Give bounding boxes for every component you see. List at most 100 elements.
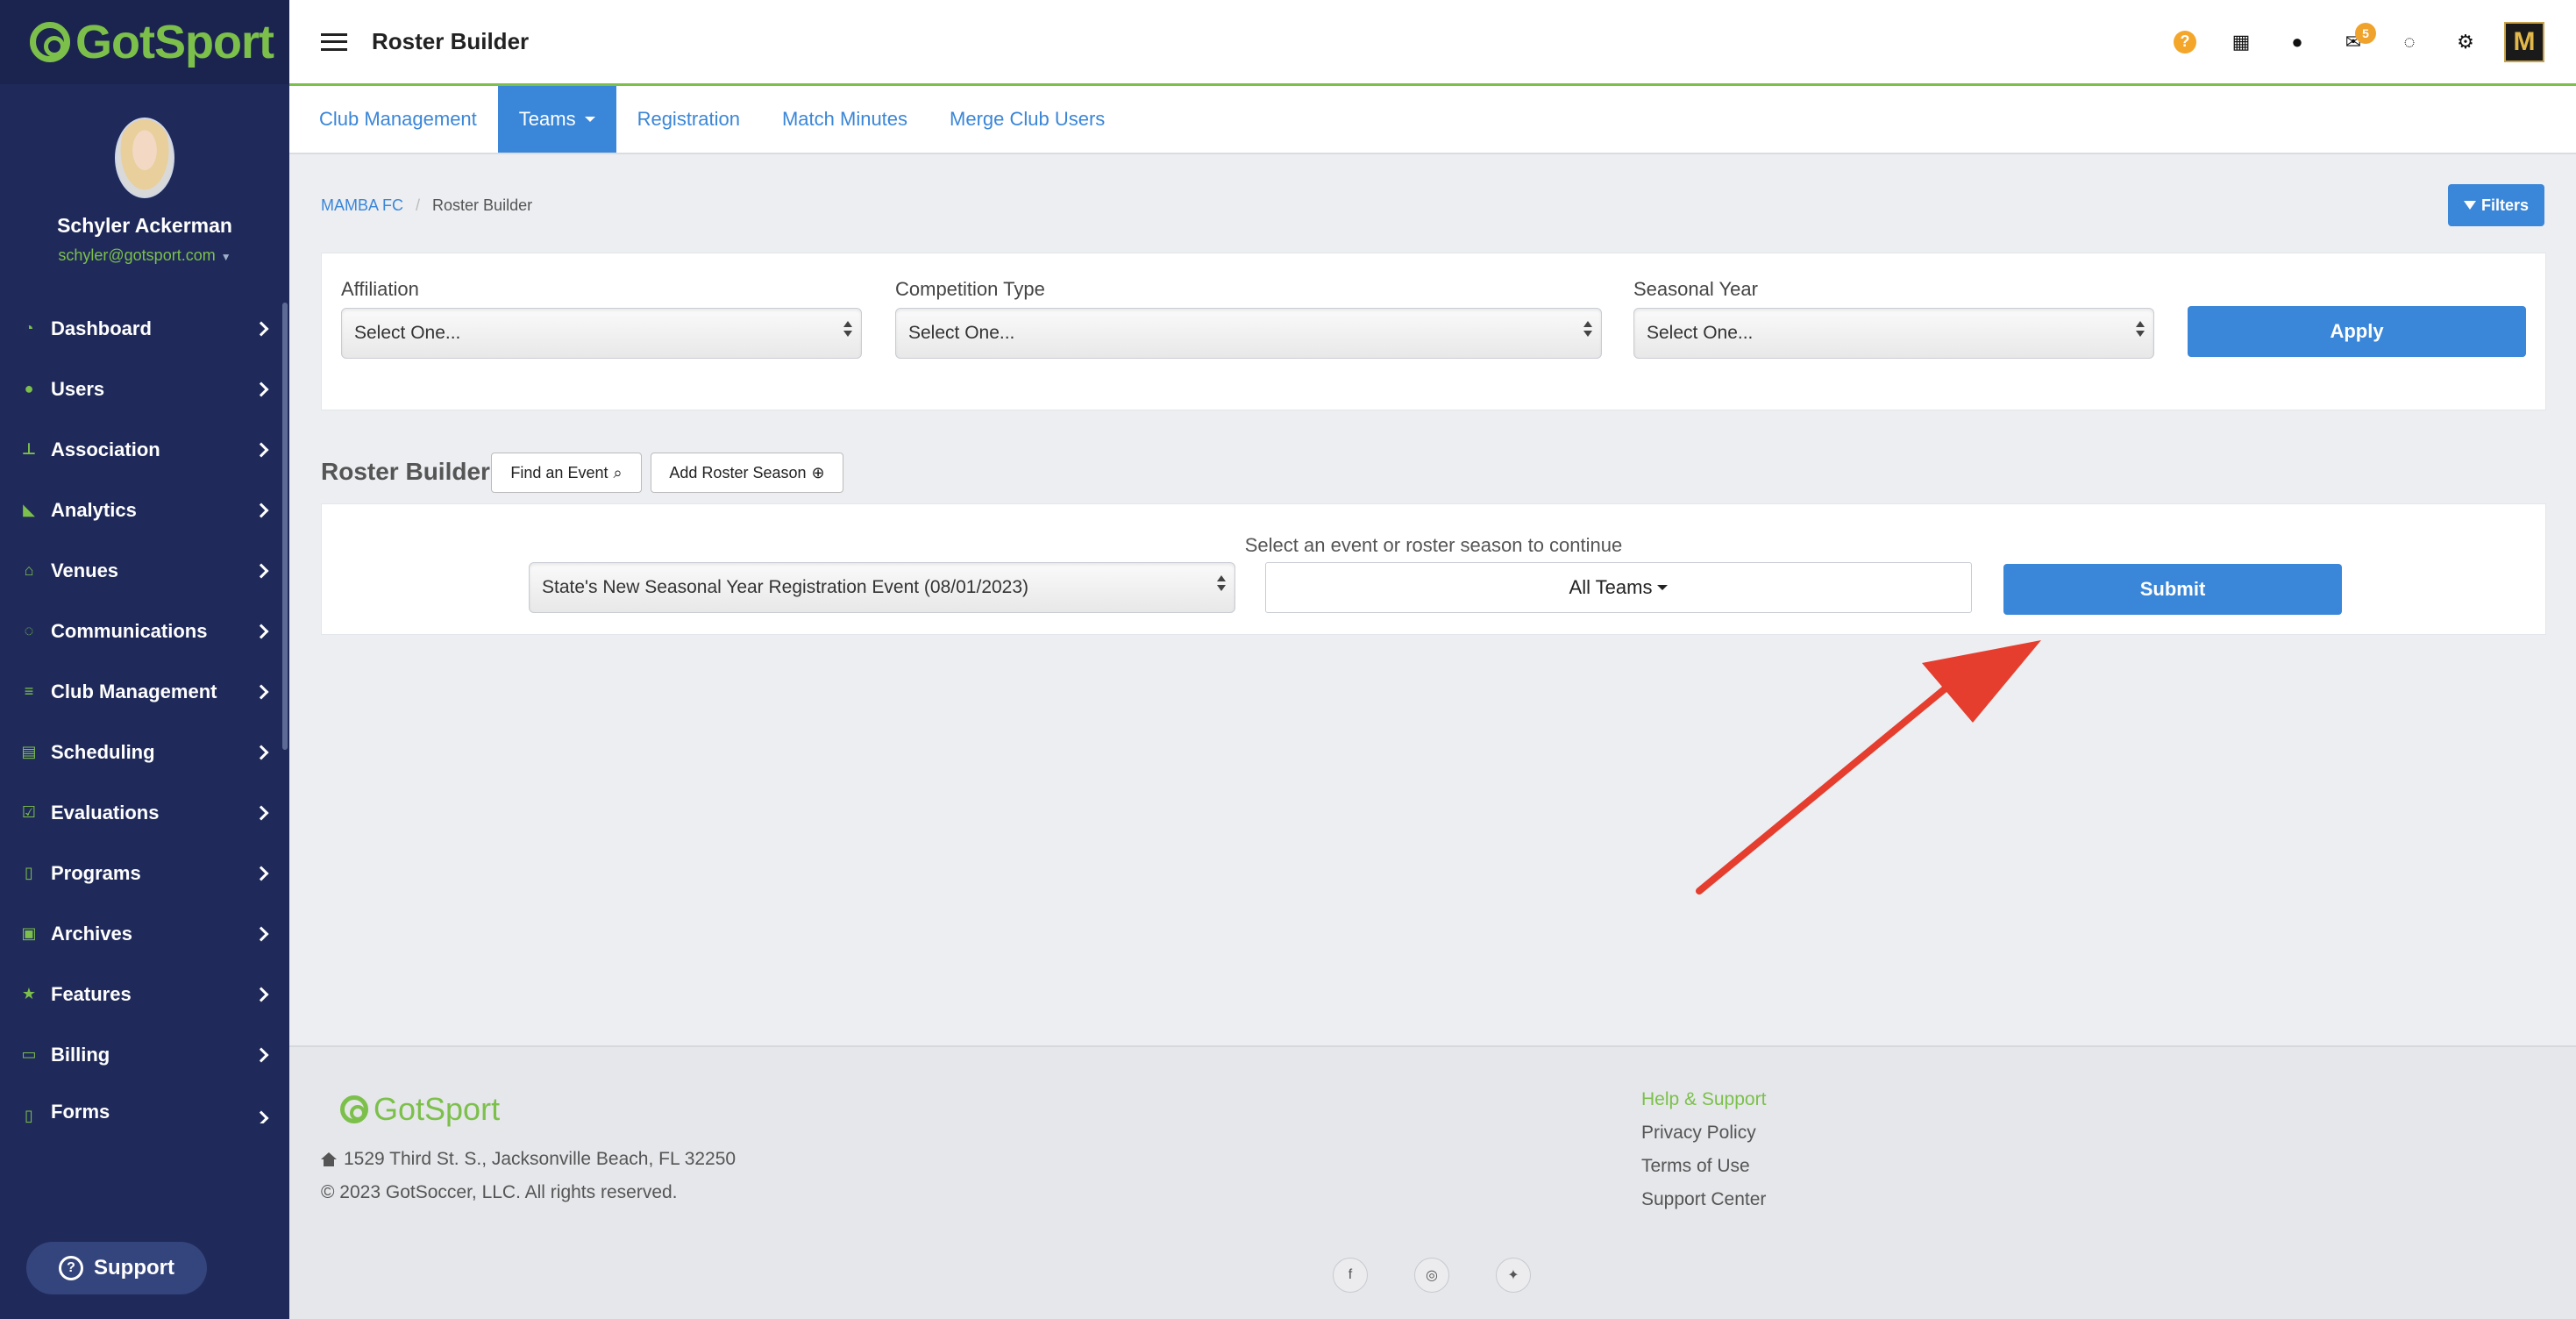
chevron-right-icon bbox=[253, 866, 269, 881]
sidebar-item-label: Forms bbox=[51, 1101, 110, 1123]
sidebar-item-label: Programs bbox=[51, 861, 141, 884]
chevron-right-icon bbox=[253, 624, 269, 638]
area-chart-icon: ◣ bbox=[23, 501, 35, 518]
tab-label: Club Management bbox=[319, 108, 477, 130]
mail-button[interactable]: ✉ 5 bbox=[2325, 22, 2381, 60]
sidebar-item-association[interactable]: ⊥ Association bbox=[0, 419, 289, 480]
caret-down-icon bbox=[584, 117, 595, 122]
sidebar-item-club-management[interactable]: ≡ Club Management bbox=[0, 661, 289, 722]
seasonal-year-label: Seasonal Year bbox=[1633, 278, 1758, 300]
sidebar-item-venues[interactable]: ⌂ Venues bbox=[0, 540, 289, 601]
help-button[interactable]: ? bbox=[2157, 25, 2213, 60]
logo-text: GotSport bbox=[75, 16, 274, 68]
hamburger-menu-icon[interactable] bbox=[321, 32, 347, 51]
home-icon: ⌂ bbox=[24, 561, 34, 579]
sidebar-item-dashboard[interactable]: ◔ Dashboard bbox=[0, 298, 289, 359]
chevron-right-icon bbox=[253, 1110, 269, 1123]
sidebar-item-label: Club Management bbox=[51, 680, 217, 702]
teams-dropdown[interactable]: All Teams bbox=[1265, 562, 1972, 613]
user-icon: ● bbox=[2291, 30, 2303, 53]
filters-button[interactable]: Filters bbox=[2448, 184, 2544, 226]
twitter-link[interactable]: ✦ bbox=[1496, 1258, 1531, 1293]
affiliation-select[interactable]: Select One... bbox=[341, 308, 862, 359]
comments-icon: ◌ bbox=[24, 622, 34, 639]
tab-teams[interactable]: Teams bbox=[497, 86, 616, 153]
mail-badge: 5 bbox=[2355, 22, 2376, 44]
sidebar: GotSport Schyler Ackerman schyler@gotspo… bbox=[0, 0, 289, 1319]
topbar-icons: ? ▦ ● ✉ 5 ◌ ⚙ M bbox=[2157, 0, 2544, 83]
breadcrumb-current: Roster Builder bbox=[432, 196, 533, 214]
teams-dropdown-value: All Teams bbox=[1569, 576, 1653, 598]
gotsport-logo-icon bbox=[30, 22, 70, 62]
sidebar-item-billing[interactable]: ▭ Billing bbox=[0, 1024, 289, 1085]
footer: GotSport 1529 Third St. S., Jacksonville… bbox=[289, 1045, 2576, 1319]
tab-match-minutes[interactable]: Match Minutes bbox=[761, 86, 929, 153]
chevron-right-icon bbox=[253, 987, 269, 1002]
add-roster-season-button[interactable]: Add Roster Season ⊕ bbox=[651, 453, 843, 493]
sidebar-item-forms[interactable]: ▯ Forms bbox=[0, 1085, 289, 1123]
instruction-text: Select an event or roster season to cont… bbox=[1244, 534, 1623, 556]
add-roster-season-label: Add Roster Season bbox=[669, 463, 807, 481]
gotsport-logo[interactable]: GotSport bbox=[0, 0, 289, 84]
seasonal-year-value: Select One... bbox=[1647, 323, 1754, 343]
credit-card-icon: ▭ bbox=[21, 1045, 37, 1063]
sidebar-item-communications[interactable]: ◌ Communications bbox=[0, 601, 289, 661]
gear-icon: ⚙ bbox=[2457, 30, 2474, 53]
submit-button[interactable]: Submit bbox=[2003, 564, 2342, 615]
caret-down-icon: ▼ bbox=[220, 251, 231, 263]
footer-logo[interactable]: GotSport bbox=[340, 1091, 500, 1128]
form-icon: ▯ bbox=[25, 1106, 33, 1124]
sidebar-item-label: Users bbox=[51, 377, 105, 400]
sidebar-item-features[interactable]: ★ Features bbox=[0, 964, 289, 1024]
facebook-link[interactable]: f bbox=[1333, 1258, 1368, 1293]
facebook-icon: f bbox=[1348, 1267, 1353, 1282]
support-center-link[interactable]: Support Center bbox=[1641, 1189, 1766, 1223]
find-event-button[interactable]: Find an Event ⌕ bbox=[491, 453, 642, 493]
page-title: Roster Builder bbox=[372, 28, 530, 54]
competition-type-select[interactable]: Select One... bbox=[895, 308, 1602, 359]
privacy-policy-link[interactable]: Privacy Policy bbox=[1641, 1123, 1766, 1156]
file-icon: ▯ bbox=[25, 864, 33, 881]
sidebar-item-programs[interactable]: ▯ Programs bbox=[0, 843, 289, 903]
tab-merge-club-users[interactable]: Merge Club Users bbox=[929, 86, 1126, 153]
user-button[interactable]: ● bbox=[2269, 25, 2325, 60]
sidebar-item-label: Archives bbox=[51, 922, 132, 945]
roster-builder-card: Select an event or roster season to cont… bbox=[321, 503, 2546, 635]
profile-email-dropdown[interactable]: schyler@gotsport.com ▼ bbox=[0, 246, 289, 265]
filters-label: Filters bbox=[2480, 196, 2530, 214]
seasonal-year-select[interactable]: Select One... bbox=[1633, 308, 2154, 359]
affiliation-label: Affiliation bbox=[341, 278, 419, 300]
sidebar-item-analytics[interactable]: ◣ Analytics bbox=[0, 480, 289, 540]
sidebar-item-label: Association bbox=[51, 438, 160, 460]
breadcrumb-link-club[interactable]: MAMBA FC bbox=[321, 196, 403, 215]
tab-club-management[interactable]: Club Management bbox=[298, 86, 498, 153]
terms-of-use-link[interactable]: Terms of Use bbox=[1641, 1156, 1766, 1189]
tab-label: Teams bbox=[518, 108, 576, 130]
sidebar-item-label: Venues bbox=[51, 559, 119, 581]
event-select[interactable]: State's New Seasonal Year Registration E… bbox=[529, 562, 1235, 613]
settings-button[interactable]: ⚙ bbox=[2437, 25, 2494, 60]
sidebar-item-label: Billing bbox=[51, 1043, 110, 1066]
calendar-list-icon: ▤ bbox=[21, 743, 37, 760]
chat-button[interactable]: ◌ bbox=[2381, 25, 2437, 60]
support-button[interactable]: ? Support bbox=[26, 1242, 207, 1294]
sidebar-item-scheduling[interactable]: ▤ Scheduling bbox=[0, 722, 289, 782]
select-arrows-icon bbox=[2136, 321, 2145, 337]
tab-registration[interactable]: Registration bbox=[616, 86, 761, 153]
club-logo-button[interactable]: M bbox=[2504, 21, 2544, 62]
avatar[interactable] bbox=[115, 118, 174, 198]
instagram-link[interactable]: ◎ bbox=[1414, 1258, 1449, 1293]
caret-down-icon bbox=[1657, 585, 1669, 590]
sidebar-item-label: Features bbox=[51, 982, 132, 1005]
chevron-right-icon bbox=[253, 503, 269, 517]
chevron-right-icon bbox=[253, 684, 269, 699]
qr-code-button[interactable]: ▦ bbox=[2213, 25, 2269, 60]
archive-icon: ▣ bbox=[21, 924, 37, 942]
home-icon bbox=[321, 1152, 337, 1166]
sidebar-item-archives[interactable]: ▣ Archives bbox=[0, 903, 289, 964]
question-circle-icon: ? bbox=[59, 1256, 83, 1280]
apply-button[interactable]: Apply bbox=[2188, 306, 2526, 357]
sidebar-scrollbar[interactable] bbox=[282, 303, 288, 750]
sidebar-item-evaluations[interactable]: ☑ Evaluations bbox=[0, 782, 289, 843]
sidebar-item-users[interactable]: ● Users bbox=[0, 359, 289, 419]
